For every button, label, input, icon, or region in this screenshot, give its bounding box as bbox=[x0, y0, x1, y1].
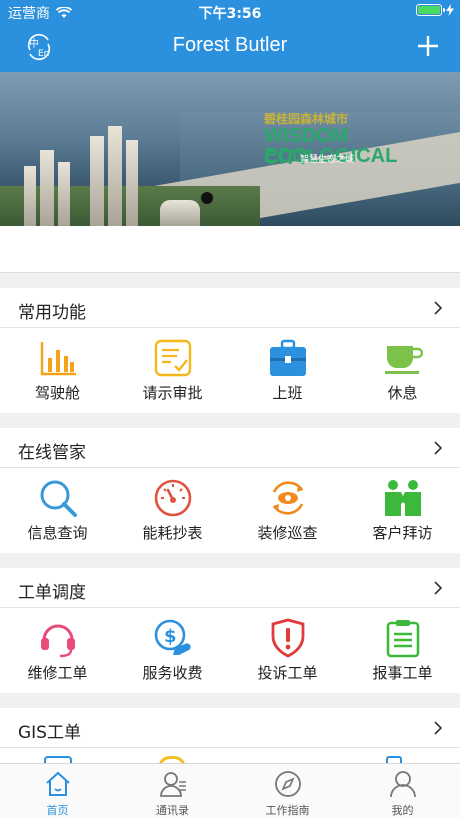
banner-footer bbox=[0, 226, 460, 273]
plus-icon[interactable] bbox=[416, 34, 440, 58]
function-info-query[interactable]: 信息查询 bbox=[0, 468, 115, 552]
function-rest[interactable]: 休息 bbox=[345, 328, 460, 412]
eye-refresh-icon bbox=[272, 481, 303, 515]
banner-image[interactable]: 碧桂园森林城市 WISDOM ECOLOGICAL CITY 智慧生态之城 bbox=[0, 72, 460, 226]
headset-icon bbox=[40, 624, 75, 658]
section-work-order-dispatch: 工单调度 维修工单 $ 服务收费 投诉工单 报事工单 bbox=[0, 568, 460, 693]
function-service-fee[interactable]: $ 服务收费 bbox=[115, 608, 230, 692]
function-label: 维修工单 bbox=[27, 664, 88, 682]
function-renovation-inspection[interactable]: 装修巡查 bbox=[230, 468, 345, 552]
status-bar: 运营商 下午3:56 bbox=[0, 0, 460, 24]
carousel-indicator[interactable] bbox=[201, 192, 213, 204]
function-meter-reading[interactable]: 能耗抄表 bbox=[115, 468, 230, 552]
gauge-icon bbox=[154, 479, 191, 517]
user-icon bbox=[389, 771, 416, 798]
chevron-right-icon bbox=[434, 581, 443, 595]
section-header[interactable]: 常用功能 bbox=[0, 288, 460, 328]
tab-home[interactable]: 首页 bbox=[0, 764, 115, 818]
contacts-icon bbox=[159, 772, 186, 797]
alert-shield-icon bbox=[271, 618, 304, 658]
function-label: 上班 bbox=[272, 384, 303, 402]
magnifier-icon bbox=[40, 480, 77, 517]
function-customer-visit[interactable]: 客户拜访 bbox=[345, 468, 460, 552]
function-label: 请示审批 bbox=[142, 384, 203, 402]
dollar-hand-icon: $ bbox=[154, 619, 191, 655]
function-label: 服务收费 bbox=[142, 664, 203, 682]
people-meeting-icon bbox=[384, 480, 421, 516]
tab-mine[interactable]: 我的 bbox=[345, 764, 460, 818]
briefcase-icon bbox=[269, 339, 306, 376]
chevron-right-icon bbox=[434, 301, 443, 315]
function-cockpit[interactable]: 驾驶舱 bbox=[0, 328, 115, 412]
section-header[interactable]: 在线管家 bbox=[0, 428, 460, 468]
section-title: GIS工单 bbox=[18, 723, 81, 743]
section-gis-work-order: GIS工单 bbox=[0, 708, 460, 764]
tab-label: 首页 bbox=[46, 804, 69, 817]
compass-icon bbox=[274, 771, 301, 797]
svg-text:$: $ bbox=[164, 626, 177, 647]
section-header[interactable]: GIS工单 bbox=[0, 708, 460, 748]
function-label: 信息查询 bbox=[27, 524, 88, 542]
section-title: 工单调度 bbox=[18, 583, 86, 603]
navigation-bar: 中 En Forest Butler bbox=[0, 24, 460, 72]
tab-contacts[interactable]: 通讯录 bbox=[115, 764, 230, 818]
section-header[interactable]: 工单调度 bbox=[0, 568, 460, 608]
approval-doc-icon bbox=[154, 339, 191, 377]
function-label: 投诉工单 bbox=[257, 664, 318, 682]
section-title: 常用功能 bbox=[18, 303, 86, 323]
home-icon bbox=[45, 771, 70, 796]
tab-label: 通讯录 bbox=[156, 804, 189, 817]
page-title: Forest Butler bbox=[172, 34, 288, 56]
section-online-butler: 在线管家 信息查询 能耗抄表 装修巡查 客户拜访 bbox=[0, 428, 460, 553]
clipboard-list-icon bbox=[386, 620, 419, 658]
chevron-right-icon bbox=[434, 721, 443, 735]
function-repair-order[interactable]: 维修工单 bbox=[0, 608, 115, 692]
function-label: 休息 bbox=[387, 384, 418, 402]
battery-icon bbox=[416, 4, 445, 16]
tab-label: 我的 bbox=[391, 804, 414, 817]
coffee-cup-icon bbox=[384, 346, 423, 374]
section-title: 在线管家 bbox=[18, 443, 86, 463]
banner-tagline: 智慧生态之城 bbox=[300, 155, 355, 165]
charging-bolt-icon bbox=[446, 4, 454, 16]
function-label: 报事工单 bbox=[372, 664, 433, 682]
tab-work-guide[interactable]: 工作指南 bbox=[230, 764, 345, 818]
tab-label: 工作指南 bbox=[265, 804, 310, 817]
bar-chart-icon bbox=[40, 342, 76, 376]
function-label: 客户拜访 bbox=[372, 524, 433, 542]
function-label: 驾驶舱 bbox=[34, 384, 80, 402]
function-label: 装修巡查 bbox=[257, 524, 318, 542]
function-label: 能耗抄表 bbox=[142, 524, 203, 542]
tab-bar: 首页 通讯录 工作指南 我的 bbox=[0, 763, 460, 818]
chevron-right-icon bbox=[434, 441, 443, 455]
function-report-order[interactable]: 报事工单 bbox=[345, 608, 460, 692]
status-time: 下午3:56 bbox=[198, 6, 262, 22]
function-complaint-order[interactable]: 投诉工单 bbox=[230, 608, 345, 692]
function-clock-in[interactable]: 上班 bbox=[230, 328, 345, 412]
section-common-functions: 常用功能 驾驶舱 请示审批 上班 休息 bbox=[0, 288, 460, 413]
function-approval[interactable]: 请示审批 bbox=[115, 328, 230, 412]
